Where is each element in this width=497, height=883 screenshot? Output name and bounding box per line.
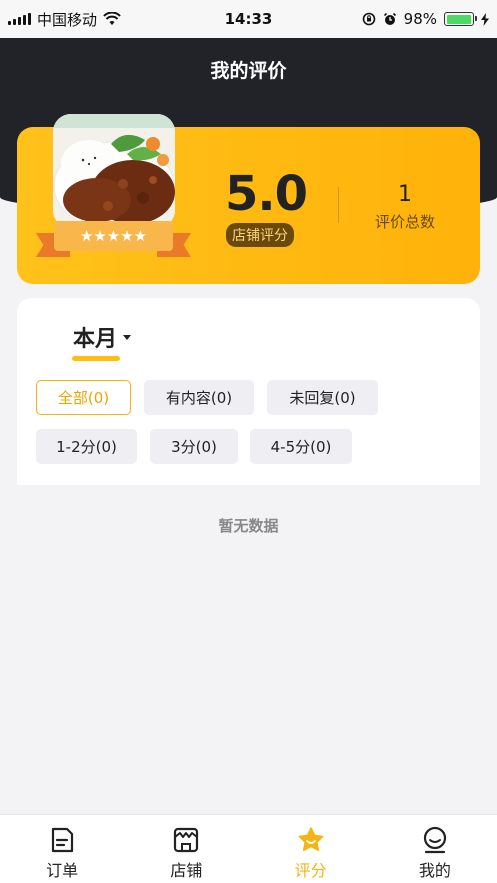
tab-label: 店铺 bbox=[170, 861, 203, 880]
score-divider bbox=[338, 187, 339, 223]
period-dropdown[interactable]: 本月 bbox=[73, 321, 132, 353]
battery-percent: 98% bbox=[403, 10, 437, 28]
filter-chip-score-4-5[interactable]: 4-5分(0) bbox=[250, 429, 352, 464]
battery-fill bbox=[446, 14, 471, 24]
status-time: 14:33 bbox=[224, 10, 273, 28]
charging-icon bbox=[481, 12, 489, 26]
order-icon bbox=[52, 827, 74, 853]
review-total-value: 1 bbox=[398, 182, 412, 207]
star-icons: ★★★★★ bbox=[79, 226, 148, 245]
period-underline bbox=[72, 356, 120, 361]
tab-profile[interactable]: 我的 bbox=[373, 815, 497, 883]
period-label: 本月 bbox=[73, 327, 118, 352]
tab-label: 订单 bbox=[46, 861, 79, 880]
filter-chip-with-content[interactable]: 有内容(0) bbox=[144, 380, 254, 415]
tab-orders[interactable]: 订单 bbox=[0, 815, 124, 883]
battery-icon bbox=[444, 12, 477, 26]
empty-state-text: 暂无数据 bbox=[218, 517, 279, 535]
alarm-icon bbox=[383, 12, 396, 25]
wifi-icon bbox=[103, 12, 121, 25]
rating-ribbon: ★★★★★ bbox=[36, 221, 191, 261]
profile-icon bbox=[423, 826, 446, 854]
tab-store[interactable]: 店铺 bbox=[124, 815, 248, 883]
star-rating: ★★★★★ bbox=[54, 221, 173, 251]
caret-down-icon bbox=[123, 334, 132, 340]
tab-label: 评分 bbox=[294, 861, 327, 880]
filter-chip-all[interactable]: 全部(0) bbox=[36, 380, 131, 415]
page-title: 我的评价 bbox=[210, 60, 287, 82]
status-bar: 中国移动 14:33 98% bbox=[0, 0, 497, 38]
status-left: 中国移动 bbox=[8, 9, 168, 30]
bottom-tab-bar: 订单 店铺 评分 我的 bbox=[0, 814, 497, 883]
filter-chip-unreplied[interactable]: 未回复(0) bbox=[267, 380, 378, 415]
tab-rating[interactable]: 评分 bbox=[249, 815, 373, 883]
tab-label: 我的 bbox=[418, 861, 451, 880]
store-score-value: 5.0 bbox=[225, 166, 308, 222]
filter-chip-score-1-2[interactable]: 1-2分(0) bbox=[36, 429, 137, 464]
review-total-label: 评价总数 bbox=[374, 213, 435, 231]
filter-chip-score-3[interactable]: 3分(0) bbox=[150, 429, 238, 464]
food-illustration bbox=[53, 114, 175, 228]
store-food-image bbox=[53, 114, 175, 228]
carrier-label: 中国移动 bbox=[37, 10, 98, 29]
status-right: 98% bbox=[329, 10, 489, 28]
rating-icon bbox=[298, 827, 324, 852]
signal-icon bbox=[8, 13, 31, 25]
rotation-lock-icon bbox=[362, 12, 375, 26]
store-icon bbox=[174, 827, 199, 853]
store-score-label: 店铺评分 bbox=[226, 223, 294, 247]
